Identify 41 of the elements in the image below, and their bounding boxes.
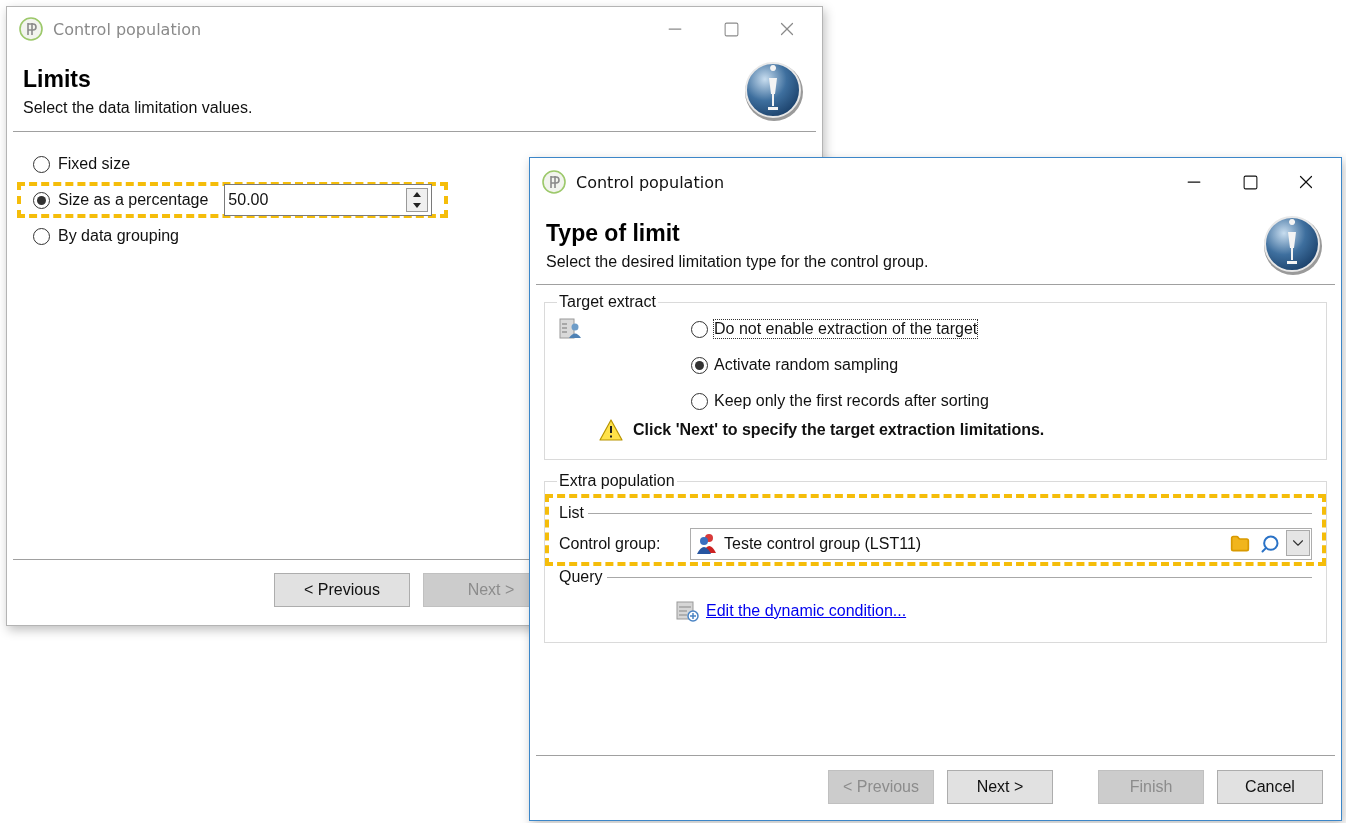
radio-button[interactable] (691, 356, 708, 374)
number-field[interactable]: 50.00 (224, 184, 433, 216)
warning-icon (599, 419, 623, 441)
page-subtitle: Select the desired limitation type for the control group. (546, 252, 929, 271)
spin-buttons[interactable] (406, 188, 429, 212)
page-subtitle: Select the data limitation values. (23, 98, 253, 117)
warning-text: Click 'Next' to specify the target extraction limitations. (633, 421, 1045, 439)
option-label: Do not enable extraction of the target (714, 320, 978, 338)
window-title: Control population (53, 19, 202, 39)
maximize-icon[interactable] (1241, 173, 1259, 191)
app-logo-icon (19, 17, 43, 41)
option-label: Keep only the first records after sorting (714, 392, 989, 410)
page-heading: Limits (23, 65, 92, 93)
window-title: Control population (576, 172, 725, 192)
option-label: Fixed size (58, 155, 131, 173)
option-label: By data grouping (58, 227, 179, 245)
section-label: List (559, 504, 584, 522)
list-field[interactable]: Teste control group (LST11) (690, 528, 1312, 560)
wizard-icon (1261, 213, 1325, 277)
radio-button[interactable] (33, 227, 50, 245)
radio-button[interactable] (691, 320, 708, 338)
radio-button[interactable] (33, 155, 50, 173)
field-label: Control group: (559, 535, 662, 553)
section-label: Query (559, 568, 603, 586)
wizard-icon (742, 59, 806, 123)
condition-icon (676, 600, 700, 622)
wizard-button[interactable]: Cancel (1217, 770, 1323, 804)
wizard-button[interactable]: < Previous (274, 573, 410, 607)
group-title: Target extract (558, 293, 657, 311)
option-label: Activate random sampling (714, 356, 899, 374)
wizard-button[interactable]: Next > (947, 770, 1053, 804)
page-heading: Type of limit (546, 219, 681, 247)
condition-link[interactable]: Edit the dynamic condition... (706, 602, 907, 620)
target-icon (559, 317, 583, 341)
radio-button[interactable] (691, 392, 708, 410)
dropdown-button[interactable] (1286, 530, 1310, 556)
group-title: Extra population (558, 472, 676, 490)
radio-button[interactable] (33, 191, 50, 209)
group-icon (696, 533, 718, 555)
option-label: Size as a percentage (58, 191, 209, 209)
app-logo-icon (542, 170, 566, 194)
